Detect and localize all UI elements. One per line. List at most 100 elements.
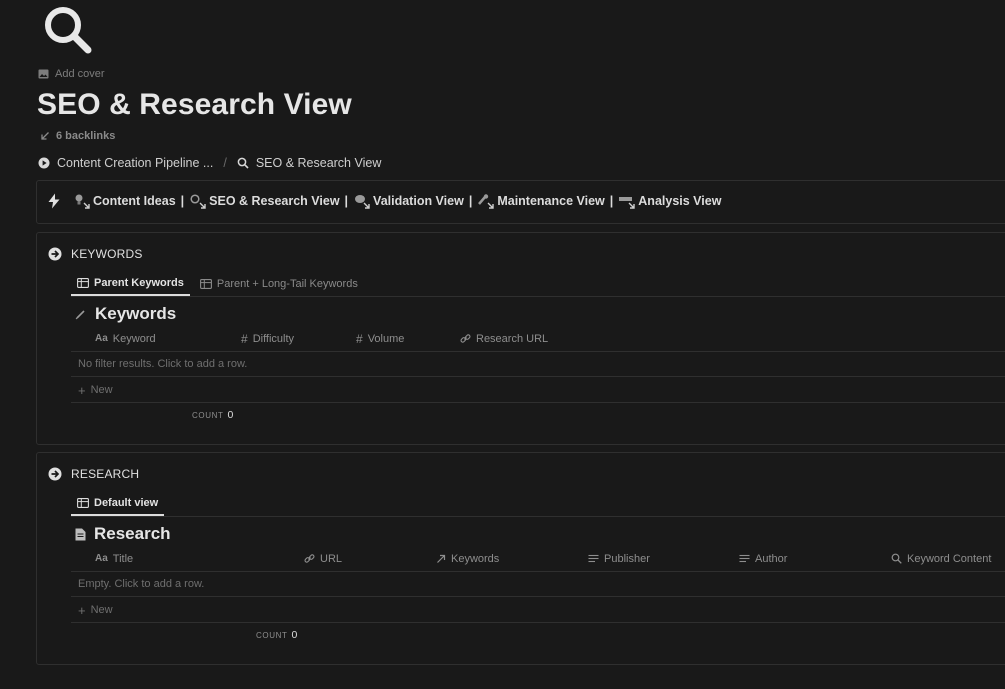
breadcrumb: Content Creation Pipeline ... / SEO & Re… <box>38 156 381 170</box>
column-author[interactable]: Author <box>739 546 787 571</box>
page-title[interactable]: SEO & Research View <box>37 88 352 122</box>
new-label: New <box>90 384 113 396</box>
document-icon <box>75 528 86 541</box>
relation-arrow-icon <box>436 554 446 564</box>
link-validation-view[interactable]: Validation View <box>353 193 464 209</box>
section-title: KEYWORDS <box>71 247 143 261</box>
count-summary[interactable]: COUNT 0 <box>192 409 233 421</box>
link-label: Analysis View <box>638 194 722 208</box>
link-label: SEO & Research View <box>209 194 340 208</box>
column-keyword-content[interactable]: Keyword Content <box>891 546 991 571</box>
column-label: Keywords <box>451 552 500 565</box>
new-label: New <box>90 604 113 616</box>
count-value: 0 <box>227 409 234 421</box>
empty-state-row[interactable]: No filter results. Click to add a row. <box>71 352 1005 377</box>
lightning-icon <box>47 193 61 209</box>
column-title[interactable]: Aa Title <box>95 546 133 571</box>
column-volume[interactable]: # Volume <box>356 326 404 351</box>
arrow-right-circle-icon <box>48 467 62 481</box>
pipe-separator: | <box>180 194 185 208</box>
plus-icon: + <box>78 602 86 618</box>
arrow-down-left-icon <box>40 131 50 141</box>
column-label: Title <box>112 552 134 565</box>
lines-icon <box>739 554 750 564</box>
count-summary[interactable]: COUNT 0 <box>256 629 297 641</box>
table-icon <box>77 277 89 288</box>
column-label: Difficulty <box>252 332 295 345</box>
image-icon <box>38 69 49 79</box>
database-title: Research <box>94 524 171 543</box>
link-seo-research-view[interactable]: SEO & Research View <box>189 193 340 209</box>
search-icon <box>237 157 249 169</box>
count-label: COUNT <box>256 631 288 640</box>
keywords-section: KEYWORDS Parent Keywords Parent + Long-T… <box>36 232 1005 445</box>
breadcrumb-item-seo[interactable]: SEO & Research View <box>237 156 382 170</box>
count-value: 0 <box>291 629 298 641</box>
research-section: RESEARCH Default view Research Aa Title … <box>36 452 1005 665</box>
column-research-url[interactable]: Research URL <box>460 326 548 351</box>
research-table-header: Aa Title URL Keywords Publisher Author K… <box>71 546 1005 572</box>
backlinks-button[interactable]: 6 backlinks <box>40 130 115 142</box>
research-database-title[interactable]: Research <box>75 524 171 544</box>
breadcrumb-item-pipeline[interactable]: Content Creation Pipeline ... <box>38 156 213 170</box>
link-label: Maintenance View <box>497 194 605 208</box>
new-row-button[interactable]: + New <box>71 598 1005 623</box>
research-view-tabs: Default view <box>71 491 1005 517</box>
breadcrumb-separator: / <box>223 156 227 170</box>
table-icon <box>199 278 212 289</box>
breadcrumb-label: SEO & Research View <box>255 156 382 170</box>
pipe-separator: | <box>468 194 473 208</box>
column-label: URL <box>320 552 343 565</box>
lightbulb-link-icon <box>73 193 91 209</box>
link-icon <box>304 553 315 564</box>
link-maintenance-view[interactable]: Maintenance View <box>477 193 605 209</box>
column-label: Author <box>755 552 788 565</box>
tab-default-view[interactable]: Default view <box>71 491 165 516</box>
lines-icon <box>588 554 599 564</box>
column-label: Volume <box>367 332 405 345</box>
column-keywords[interactable]: Keywords <box>436 546 499 571</box>
link-content-ideas[interactable]: Content Ideas <box>73 193 176 209</box>
keywords-heading[interactable]: KEYWORDS <box>48 247 143 261</box>
play-circle-icon <box>38 157 50 169</box>
magnifying-glass-icon[interactable] <box>42 4 94 56</box>
link-analysis-view[interactable]: Analysis View <box>618 193 721 209</box>
number-property-icon: # <box>356 331 363 346</box>
keywords-view-tabs: Parent Keywords Parent + Long-Tail Keywo… <box>71 271 1005 297</box>
link-label: Content Ideas <box>93 194 176 208</box>
callout-block: Content Ideas | SEO & Research View | Va… <box>36 180 1005 224</box>
section-title: RESEARCH <box>71 467 140 481</box>
column-label: Keyword Content <box>907 552 992 565</box>
number-property-icon: # <box>241 331 248 346</box>
add-cover-label: Add cover <box>55 68 105 80</box>
pipe-separator: | <box>344 194 349 208</box>
empty-state-row[interactable]: Empty. Click to add a row. <box>71 572 1005 597</box>
column-url[interactable]: URL <box>304 546 342 571</box>
add-cover-button[interactable]: Add cover <box>38 68 105 80</box>
new-row-button[interactable]: + New <box>71 378 1005 403</box>
tab-parent-keywords[interactable]: Parent Keywords <box>71 271 190 296</box>
tab-parent-long-tail-keywords[interactable]: Parent + Long-Tail Keywords <box>194 271 364 296</box>
backlinks-label: 6 backlinks <box>56 130 116 142</box>
column-label: Keyword <box>112 332 156 345</box>
tab-label: Parent + Long-Tail Keywords <box>216 277 358 290</box>
count-label: COUNT <box>192 411 224 420</box>
link-icon <box>460 333 471 344</box>
chart-link-icon <box>618 193 636 209</box>
pencil-icon <box>75 308 87 320</box>
text-property-icon: Aa <box>95 333 108 344</box>
column-publisher[interactable]: Publisher <box>588 546 650 571</box>
arrow-right-circle-icon <box>48 247 62 261</box>
tab-label: Parent Keywords <box>94 276 184 289</box>
keywords-table-header: Aa Keyword # Difficulty # Volume Researc… <box>71 326 1005 352</box>
tab-label: Default view <box>94 496 159 509</box>
text-property-icon: Aa <box>95 553 108 564</box>
plus-icon: + <box>78 382 86 398</box>
research-heading[interactable]: RESEARCH <box>48 467 139 481</box>
keywords-database-title[interactable]: Keywords <box>75 304 176 324</box>
search-icon <box>891 553 902 564</box>
column-keyword[interactable]: Aa Keyword <box>95 326 156 351</box>
column-difficulty[interactable]: # Difficulty <box>241 326 294 351</box>
link-label: Validation View <box>373 194 464 208</box>
database-title: Keywords <box>95 304 177 323</box>
